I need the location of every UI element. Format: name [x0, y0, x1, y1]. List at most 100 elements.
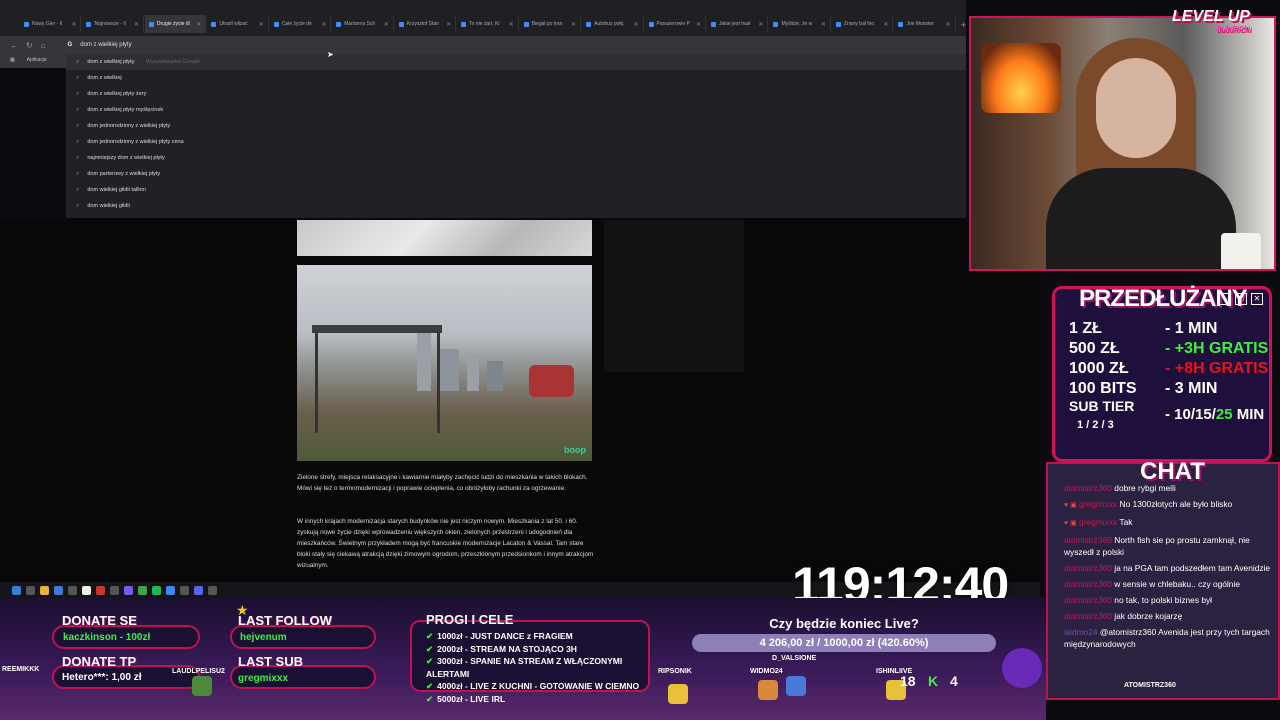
browser-tab[interactable]: Krzysztof Stan ✕: [395, 15, 457, 33]
chat-message: atomistrz360 North fish sie po prostu za…: [1064, 534, 1276, 558]
start-icon[interactable]: [12, 585, 21, 595]
mouse-cursor-icon: ➤: [327, 50, 334, 59]
browser-tab[interactable]: Znany bał foo ✕: [832, 15, 894, 33]
browser-tab[interactable]: Autobus połq ✕: [582, 15, 644, 33]
browser-tab[interactable]: To nie żart, Ki ✕: [457, 15, 519, 33]
taskbar-app-icon[interactable]: [26, 585, 35, 595]
chat-message: ♥ ▣ gregmixxx Tak: [1064, 516, 1276, 530]
discord-icon[interactable]: [194, 585, 203, 595]
taskbar-app-icon[interactable]: [180, 585, 189, 595]
window-controls: – □ ✕: [1219, 293, 1263, 305]
browser-tab[interactable]: Joe Monster ✕: [894, 15, 956, 33]
reload-icon[interactable]: ↻: [26, 41, 33, 50]
goal-text: 4000zł - LIVE Z KUCHNI - GOTOWANIE W CIE…: [437, 681, 640, 692]
taskbar-app-icon[interactable]: [54, 585, 63, 595]
sub-time: - 10/15/: [1165, 406, 1216, 423]
chrome-icon[interactable]: [166, 585, 175, 595]
article-image-top: [297, 220, 592, 256]
suggestion-item[interactable]: ⌕ dom z wielkiej: [66, 70, 966, 86]
chat-text: w sensie w chlebaku.. czy ogólnie: [1114, 579, 1240, 589]
close-icon[interactable]: ✕: [259, 21, 264, 28]
tab-title: Całe życie de: [281, 21, 312, 27]
donate-se-value: kaczkinson - 100zł: [63, 632, 151, 643]
close-icon[interactable]: ✕: [196, 21, 201, 28]
browser-tab[interactable]: Nowy Gier - Il ✕: [20, 15, 82, 33]
check-icon: ✔: [426, 643, 434, 654]
browser-tab[interactable]: Pasażerowie P ✕: [645, 15, 706, 33]
last-sub-value: gregmixxx: [238, 673, 289, 684]
goals-panel: PROGI I CELE ✔ 1000zł - JUST DANCE z FRAG…: [410, 612, 650, 704]
apps-icon[interactable]: ▦: [10, 57, 15, 68]
close-icon[interactable]: ✕: [446, 21, 451, 28]
taskbar-app-icon[interactable]: [208, 585, 217, 595]
suggestion-item[interactable]: ⌕ najmniejszy dom z wielkiej płyty: [66, 150, 966, 166]
bookmarks-bar: ▦ Aplikacje: [0, 54, 66, 68]
new-tab-button[interactable]: +: [961, 20, 966, 30]
sub-time-highlight: 25: [1215, 406, 1233, 423]
browser-tab[interactable]: Biegał po tran ✕: [520, 15, 582, 33]
taskbar-app-icon[interactable]: [138, 585, 147, 595]
close-icon[interactable]: ✕: [634, 21, 639, 28]
close-icon[interactable]: ✕: [946, 21, 951, 28]
favicon-icon: [398, 21, 404, 27]
browser-tab[interactable]: Jakie jest hasł ✕: [707, 15, 769, 33]
close-icon[interactable]: ✕: [384, 21, 389, 28]
spotify-icon[interactable]: [152, 585, 161, 595]
suggestion-item[interactable]: ⌕ dom wielkiej gildii: [66, 198, 966, 214]
taskbar-app-icon[interactable]: [82, 585, 91, 595]
taskbar-app-icon[interactable]: [110, 585, 119, 595]
favicon-icon: [211, 21, 217, 27]
viewer-name: ATOMISTRZ360: [1124, 682, 1176, 689]
back-icon[interactable]: ←: [10, 41, 18, 50]
search-icon: ⌕: [76, 170, 80, 177]
taskbar-app-icon[interactable]: [68, 585, 77, 595]
close-icon[interactable]: ✕: [758, 21, 763, 28]
close-icon[interactable]: ✕: [696, 21, 701, 28]
taskbar-app-icon[interactable]: [124, 585, 133, 595]
close-icon[interactable]: ✕: [571, 21, 576, 28]
home-icon[interactable]: ⌂: [41, 41, 46, 50]
taskbar-app-icon[interactable]: [96, 585, 105, 595]
tab-title: Krzysztof Stan: [406, 21, 439, 27]
rates-list: 1 ZŁ - 1 MIN 500 ZŁ - +3H GRATIS 1000 ZŁ - +8…: [1069, 319, 1268, 435]
folder-icon[interactable]: [40, 585, 49, 595]
rate-row: 100 BITS - 3 MIN: [1069, 379, 1268, 399]
suggestion-item[interactable]: ⌕ dom z wielkiej płyty myślęcinek: [66, 102, 966, 118]
browser-tab[interactable]: Drugie życie dl ✕: [144, 15, 207, 33]
browser-tab[interactable]: Myślicie, że w ✕: [769, 15, 831, 33]
suggestion-item[interactable]: ⌕ dom jednorodzinny z wielkiej płyty cena: [66, 134, 966, 150]
browser-tab[interactable]: Całe życie de ✕: [270, 15, 332, 33]
goal-text: 5000zł - LIVE IRL: [437, 693, 506, 704]
search-icon: ⌕: [76, 154, 80, 161]
suggestion-item[interactable]: ⌕ dom jednorodzinny z wielkiej płyty: [66, 118, 966, 134]
browser-tab-strip: Nowy Gier - Il ✕ Najnowsze - Il ✕ Drugie życ…: [0, 0, 966, 36]
close-icon[interactable]: ✕: [71, 21, 76, 28]
suggestion-source: - Wyszukiwarka Google: [142, 59, 201, 65]
rate-row: 500 ZŁ - +3H GRATIS: [1069, 339, 1268, 359]
chat-username: atomistrz360: [1064, 563, 1112, 573]
browser-tab[interactable]: Najnowsze - Il ✕: [82, 15, 144, 33]
score-a: 18: [900, 673, 916, 689]
article-paragraph: Zielone strefy, miejsca relaksacyjne i k…: [297, 474, 588, 492]
close-icon[interactable]: ✕: [509, 21, 514, 28]
suggestion-item[interactable]: ⌕ dom z wielkiej płyty - Wyszukiwarka Goog…: [66, 54, 966, 70]
bookmark-apps[interactable]: Aplikacje: [27, 57, 47, 68]
suggestion-item[interactable]: ⌕ dom parterowy z wielkiej płyty: [66, 166, 966, 182]
browser-tab[interactable]: Utradl wlizać ✕: [207, 15, 269, 33]
chat-username: atomistrz360: [1064, 579, 1112, 589]
close-icon[interactable]: ✕: [134, 21, 139, 28]
suggestion-item[interactable]: ⌕ dom wielkiej gildii tallinn: [66, 182, 966, 198]
favicon-icon: [86, 21, 92, 27]
browser-tab[interactable]: Marianna Sch ✕: [332, 15, 394, 33]
close-icon[interactable]: ✕: [821, 21, 826, 28]
chat-panel: CHAT atomistrz360 dobre rybgi meili ♥ ▣ g…: [1046, 458, 1280, 700]
suggestion-item[interactable]: ⌕ dom z wielkiej płyty żery: [66, 86, 966, 102]
close-icon[interactable]: ✕: [321, 21, 326, 28]
chat-message: widmo24 @atomistrz360 Avenida jest przy …: [1064, 626, 1276, 650]
pixel-sprite-icon: [668, 684, 688, 704]
rate-time: - 1 MIN: [1165, 320, 1218, 337]
close-icon[interactable]: ✕: [883, 21, 888, 28]
omnibox-input[interactable]: dom z wielkiej płyty: [80, 42, 131, 48]
pixel-sprite-icon: [758, 680, 778, 700]
suggestion-text: dom jednorodzinny z wielkiej płyty: [87, 123, 171, 129]
